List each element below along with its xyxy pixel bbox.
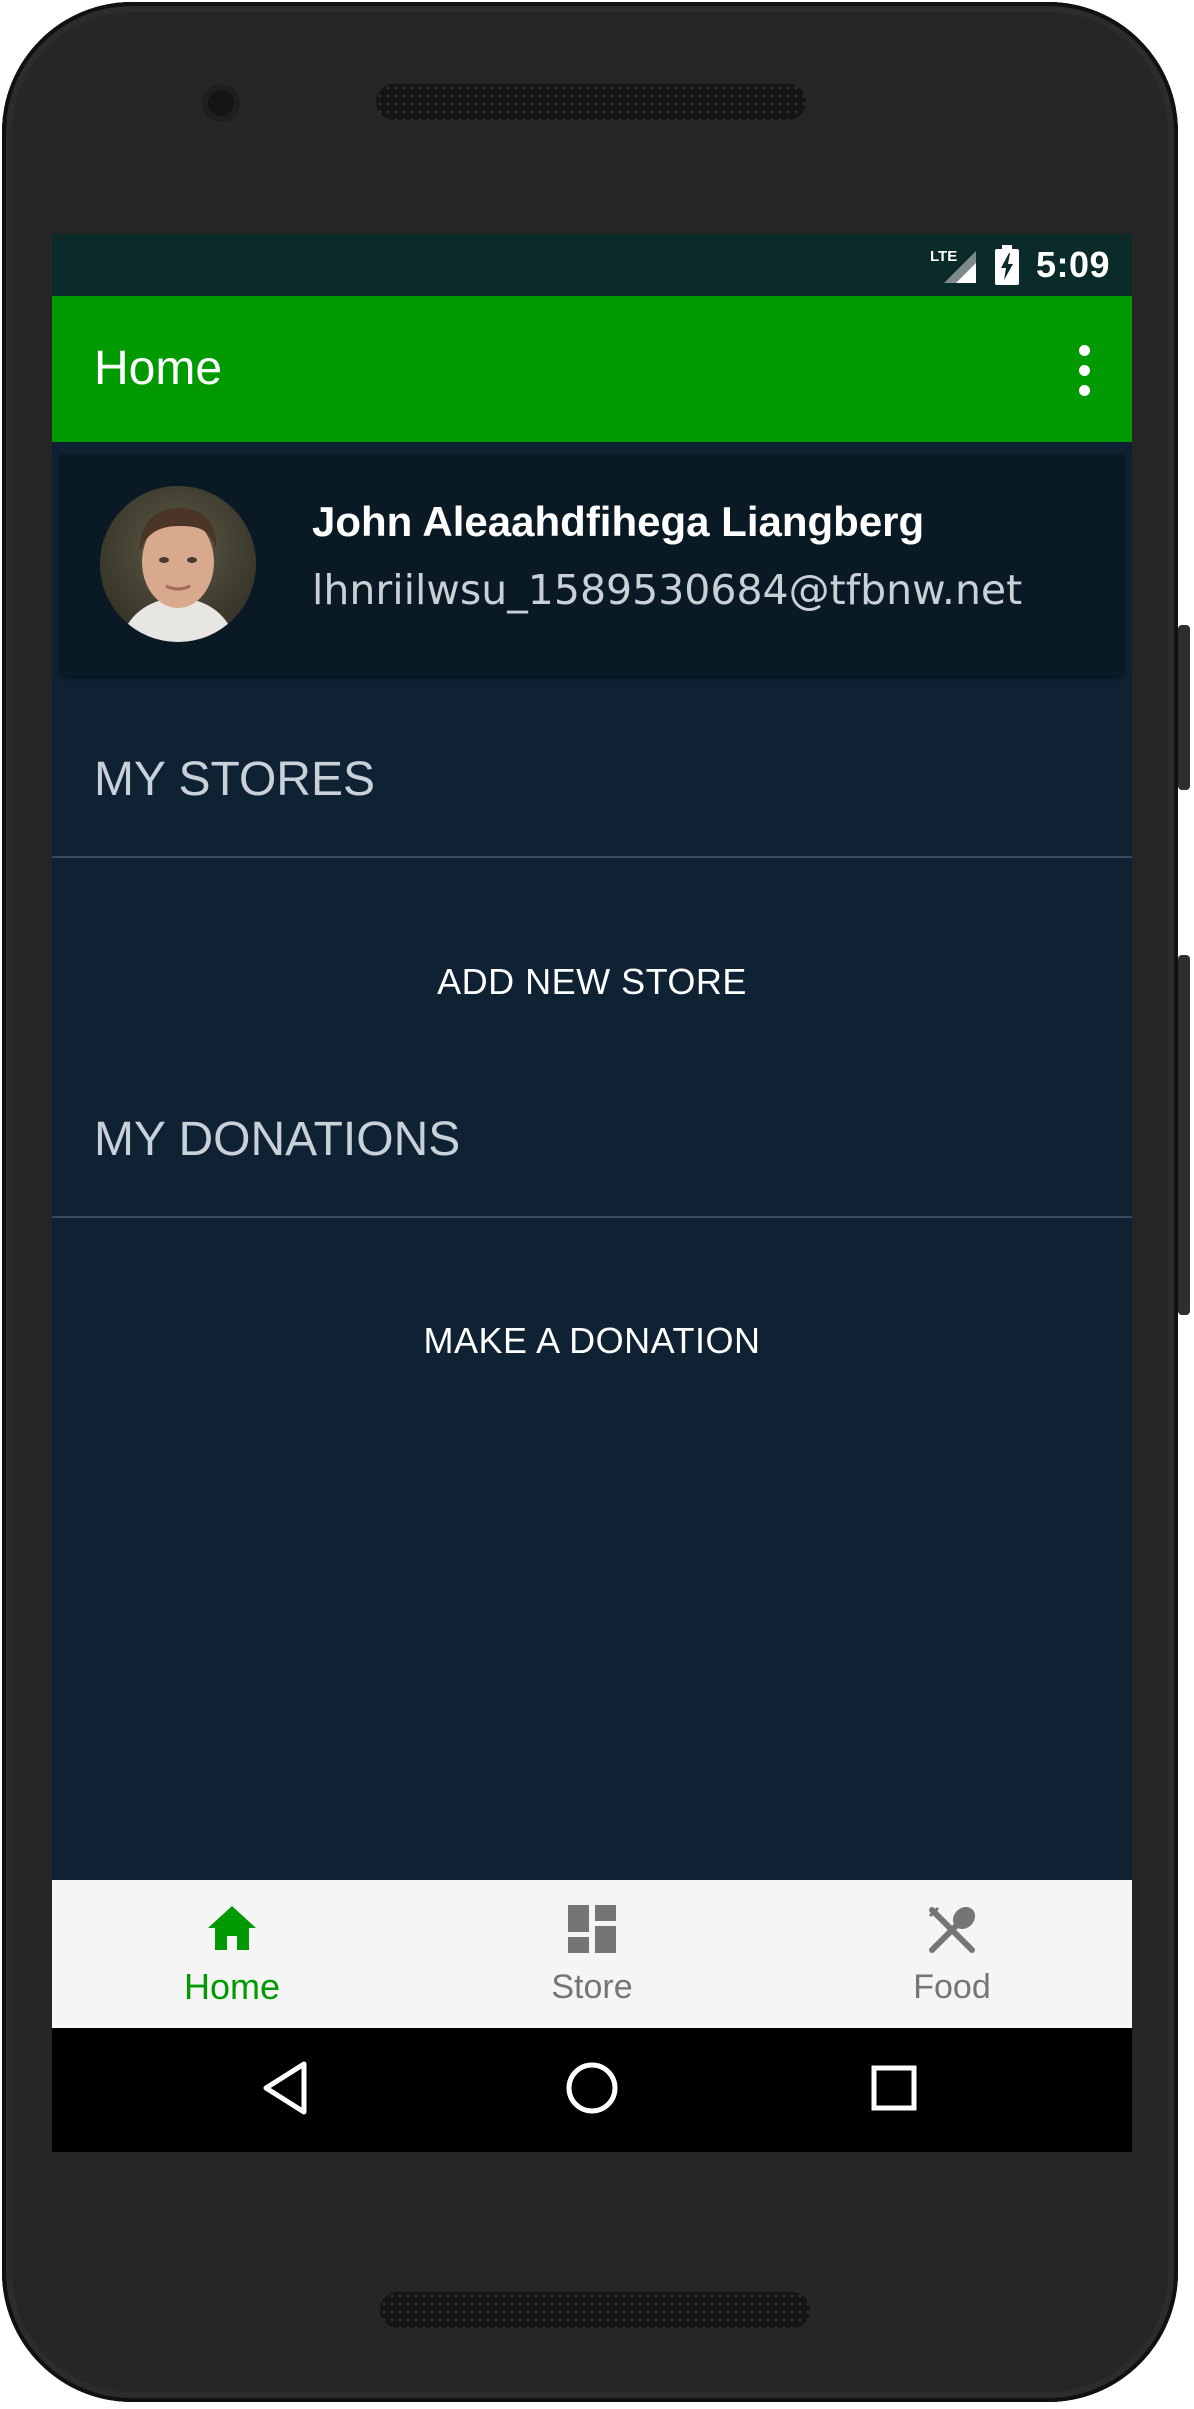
system-navigation-bar: [52, 2028, 1132, 2152]
profile-email: lhnriilwsu_1589530684@tfbnw.net: [312, 566, 1023, 614]
nav-label-food: Food: [913, 1968, 991, 2006]
bottom-navigation: Home Store Food: [52, 1880, 1132, 2028]
status-time: 5:09: [1035, 244, 1110, 285]
profile-name: John Aleaahdfihega Liangberg: [312, 498, 925, 545]
lte-signal-icon: LTE: [930, 245, 978, 285]
top-speaker: [376, 84, 806, 120]
my-stores-header: MY STORES: [94, 753, 375, 806]
lte-label: LTE: [930, 248, 957, 265]
profile-card[interactable]: John Aleaahdfihega Liangberg lhnriilwsu_…: [60, 454, 1124, 676]
battery-charging-icon: [994, 244, 1020, 286]
power-button: [1178, 625, 1190, 790]
nav-label-store: Store: [551, 1968, 633, 2006]
utensils-icon: [926, 1904, 978, 1960]
front-camera: [202, 84, 240, 122]
avatar: [100, 486, 256, 642]
volume-button: [1178, 955, 1190, 1315]
home-circle-icon[interactable]: [564, 2060, 620, 2120]
app-bar: Home: [52, 296, 1132, 442]
my-donations-header: MY DONATIONS: [94, 1113, 461, 1166]
status-bar: LTE 5:09: [52, 234, 1132, 296]
add-new-store-button[interactable]: ADD NEW STORE: [52, 961, 1132, 1003]
nav-item-home[interactable]: Home: [52, 1880, 412, 2028]
dashboard-icon: [567, 1904, 617, 1958]
back-icon[interactable]: [260, 2060, 310, 2120]
screen: LTE 5:09 Home John Aleaahdfihega Liangbe…: [52, 234, 1132, 2152]
make-donation-button[interactable]: MAKE A DONATION: [52, 1320, 1132, 1362]
nav-label-home: Home: [183, 1966, 281, 2007]
divider: [52, 856, 1132, 858]
home-icon: [206, 1904, 258, 1956]
nav-item-store[interactable]: Store: [412, 1880, 772, 2028]
page-title: Home: [94, 342, 223, 395]
more-vertical-icon[interactable]: [1072, 341, 1096, 397]
divider: [52, 1216, 1132, 1218]
recents-icon[interactable]: [870, 2064, 918, 2116]
nav-item-food[interactable]: Food: [772, 1880, 1132, 2028]
bottom-speaker: [380, 2292, 810, 2328]
